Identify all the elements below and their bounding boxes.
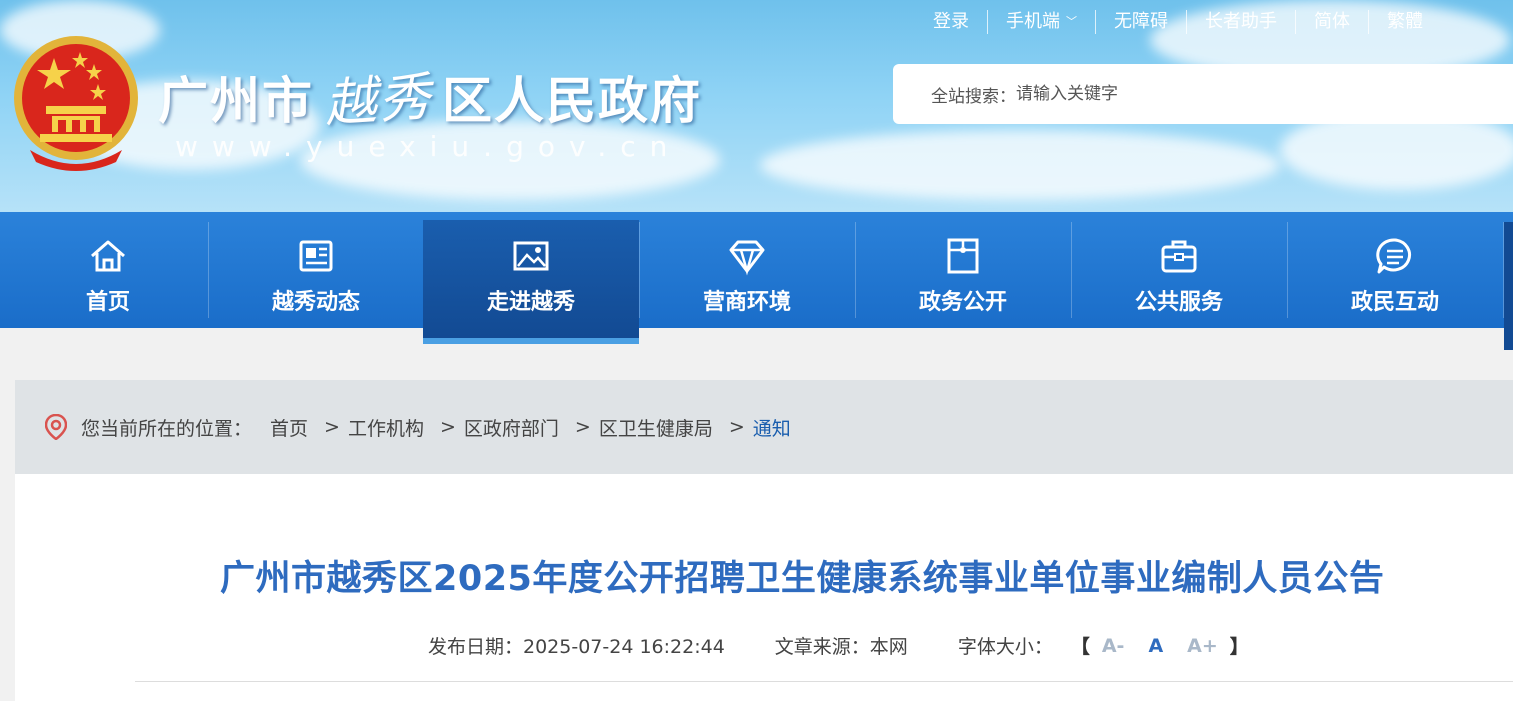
breadcrumb-separator: > <box>439 416 456 438</box>
nav-item-business-environment[interactable]: 营商环境 <box>639 212 855 328</box>
breadcrumb-home[interactable]: 首页 <box>270 414 308 441</box>
site-title-suffix: 区人民政府 <box>442 72 703 130</box>
breadcrumb-district-departments[interactable]: 区政府部门 <box>464 414 559 441</box>
nav-item-label: 政务公开 <box>918 290 1007 315</box>
font-size-default-button[interactable]: A <box>1148 635 1163 657</box>
chat-icon <box>1376 238 1411 274</box>
login-link[interactable]: 登录 <box>915 10 987 34</box>
search-label: 全站搜索： <box>931 86 1016 107</box>
traditional-chinese-link[interactable]: 繁體 <box>1368 10 1441 34</box>
article-source: 文章来源：本网 <box>774 636 908 658</box>
cloud-decoration <box>760 130 1280 200</box>
elder-assistant-link[interactable]: 长者助手 <box>1186 10 1295 34</box>
nav-item-about-yuexiu[interactable]: 走进越秀 <box>423 220 639 344</box>
breadcrumb-separator: > <box>574 416 591 438</box>
chevron-down-icon: ﹀ <box>1066 15 1077 28</box>
login-link-label: 登录 <box>933 11 969 32</box>
breadcrumb: 您当前所在的位置： 首页 > 工作机构 > 区政府部门 > 区卫生健康局 > 通… <box>15 380 1513 474</box>
site-header: 广州市 越秀 区人民政府 www.yuexiu.gov.cn 登录 手机端 ﹀ 无障碍… <box>0 0 1513 212</box>
nav-item-label: 公共服务 <box>1134 290 1223 315</box>
nav-item-label: 政民互动 <box>1350 290 1439 315</box>
national-emblem-icon[interactable] <box>10 30 142 172</box>
traditional-chinese-link-label: 繁體 <box>1387 11 1423 32</box>
simplified-chinese-link-label: 简体 <box>1314 11 1350 32</box>
nav-item-label: 首页 <box>85 290 130 315</box>
nav-item-news[interactable]: 越秀动态 <box>208 212 424 328</box>
breadcrumb-lead: 您当前所在的位置： <box>81 417 253 440</box>
simplified-chinese-link[interactable]: 简体 <box>1295 10 1368 34</box>
nav-item-label: 越秀动态 <box>271 290 360 315</box>
mobile-link-label: 手机端 <box>1006 11 1060 32</box>
breadcrumb-work-agencies[interactable]: 工作机构 <box>348 414 424 441</box>
location-pin-icon <box>45 414 67 440</box>
home-icon <box>91 240 125 272</box>
breadcrumb-separator: > <box>728 416 745 438</box>
publish-date: 发布日期：2025-07-24 16:22:44 <box>428 636 725 658</box>
accessibility-link[interactable]: 无障碍 <box>1095 10 1186 34</box>
briefcase-icon <box>1161 240 1197 273</box>
font-size-decrease-button[interactable]: A- <box>1102 635 1125 657</box>
font-size-bracket-close: 】 <box>1229 636 1249 658</box>
font-size-label: 字体大小： <box>957 636 1053 658</box>
font-size-increase-button[interactable]: A+ <box>1187 635 1218 657</box>
nav-overflow-edge <box>1504 222 1513 350</box>
diamond-icon <box>729 240 765 276</box>
breadcrumb-health-bureau[interactable]: 区卫生健康局 <box>599 414 713 441</box>
nav-item-label: 走进越秀 <box>486 290 575 315</box>
breadcrumb-notices[interactable]: 通知 <box>753 414 791 441</box>
search-input[interactable] <box>1016 84 1396 104</box>
article: 广州市越秀区2025年度公开招聘卫生健康系统事业单位事业编制人员公告 发布日期：… <box>15 474 1513 701</box>
site-title-prefix: 广州市 <box>158 72 314 130</box>
site-url: www.yuexiu.gov.cn <box>175 130 682 163</box>
breadcrumb-separator: > <box>324 416 340 438</box>
top-links: 登录 手机端 ﹀ 无障碍 长者助手 简体 繁體 <box>915 8 1441 36</box>
nav-item-citizen-interaction[interactable]: 政民互动 <box>1287 212 1503 328</box>
article-title: 广州市越秀区2025年度公开招聘卫生健康系统事业单位事业编制人员公告 <box>220 559 1385 599</box>
article-meta: 发布日期：2025-07-24 16:22:44 文章来源：本网 字体大小： 【… <box>428 632 1249 659</box>
site-title[interactable]: 广州市 越秀 区人民政府 <box>158 58 703 134</box>
main-nav: 首页 越秀动态 走进越秀 营商环境 政务公开 公共服务 政民互动 <box>0 212 1513 344</box>
nav-item-home[interactable]: 首页 <box>0 212 216 328</box>
nav-item-government-affairs[interactable]: 政务公开 <box>855 212 1071 328</box>
nav-item-public-services[interactable]: 公共服务 <box>1071 212 1287 328</box>
site-search: 全站搜索： <box>893 64 1513 124</box>
mobile-link[interactable]: 手机端 ﹀ <box>987 10 1095 34</box>
picture-icon <box>513 241 549 271</box>
news-icon <box>299 240 333 272</box>
nav-item-label: 营商环境 <box>702 290 791 315</box>
folder-icon <box>947 238 979 274</box>
meta-divider <box>135 681 1513 682</box>
site-title-calligraphy: 越秀 <box>322 67 435 135</box>
accessibility-link-label: 无障碍 <box>1114 11 1168 32</box>
elder-assistant-link-label: 长者助手 <box>1205 11 1277 32</box>
font-size-bracket-open: 【 <box>1070 636 1090 658</box>
